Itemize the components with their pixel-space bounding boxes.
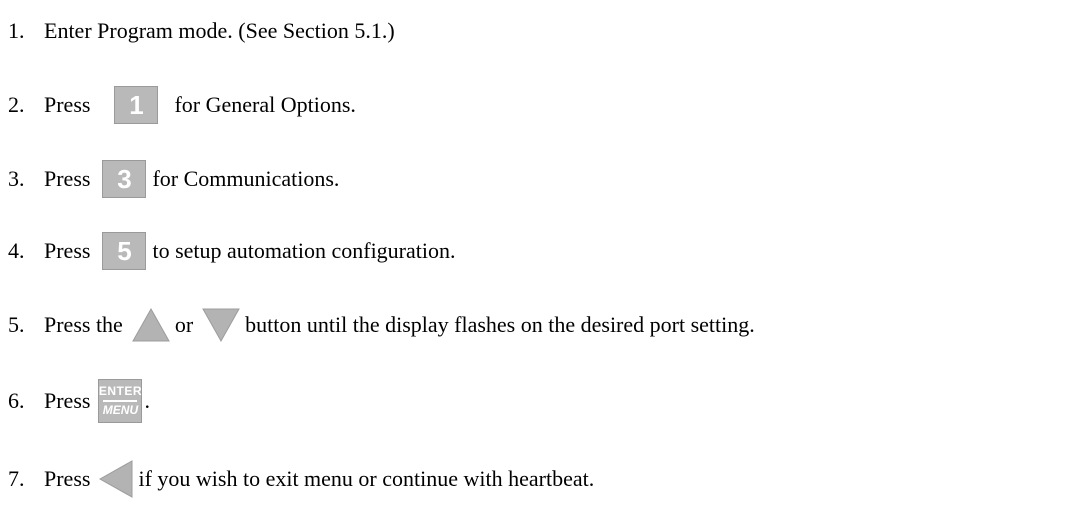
step-text-middle: or: [174, 312, 194, 337]
step-7: 7. Press if you wish to exit menu or con…: [8, 456, 598, 502]
key-1-button: 1: [114, 86, 159, 124]
step-text: Enter Program mode. (See Section 5.1.): [44, 18, 395, 43]
instruction-steps: 1. Enter Program mode. (See Section 5.1.…: [0, 0, 1088, 522]
left-triangle-icon: [98, 459, 134, 499]
step-text-before: Press: [44, 92, 91, 117]
step-3: 3. Press 3 for Communications.: [8, 156, 343, 202]
step-number: 5.: [8, 312, 25, 337]
step-text-after: button until the display flashes on the …: [245, 312, 755, 337]
step-text-after: .: [144, 388, 150, 413]
key-5-button: 5: [102, 232, 147, 270]
step-number: 2.: [8, 92, 25, 117]
step-text-after: if you wish to exit menu or continue wit…: [138, 466, 595, 491]
step-text-after: for General Options.: [174, 92, 356, 117]
step-number: 3.: [8, 166, 25, 191]
step-number: 1.: [8, 18, 25, 43]
step-text-before: Press: [44, 388, 91, 413]
enter-menu-key: ENTER MENU: [98, 379, 143, 423]
menu-key-label: MENU: [102, 403, 139, 417]
step-text-after: to setup automation configuration.: [152, 238, 456, 263]
step-text-before: Press: [44, 466, 91, 491]
key-3-button: 3: [102, 160, 147, 198]
step-1: 1. Enter Program mode. (See Section 5.1.…: [8, 8, 399, 54]
step-2: 2. Press 1 for General Options.: [8, 82, 360, 128]
down-triangle-icon: [201, 307, 241, 343]
step-text-before: Press the: [44, 312, 123, 337]
step-4: 4. Press 5 to setup automation configura…: [8, 228, 460, 274]
step-5: 5. Press the or button until the display…: [8, 302, 759, 348]
step-text-before: Press: [44, 166, 91, 191]
up-triangle-icon: [131, 307, 171, 343]
step-number: 6.: [8, 388, 25, 413]
step-6: 6. Press ENTER MENU .: [8, 378, 154, 424]
enter-key-label: ENTER: [98, 384, 143, 398]
step-text-after: for Communications.: [152, 166, 340, 191]
step-text-before: Press: [44, 238, 91, 263]
enter-key-divider: [103, 400, 138, 402]
step-number: 4.: [8, 238, 25, 263]
step-number: 7.: [8, 466, 25, 491]
